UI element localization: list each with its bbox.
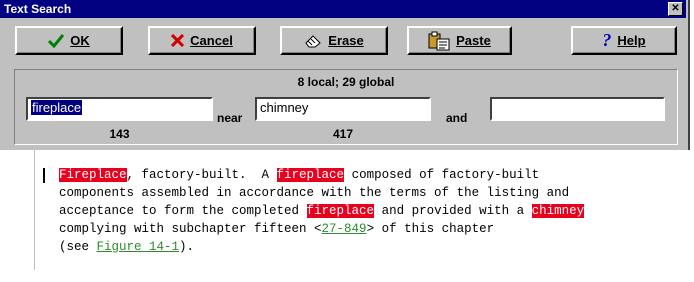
x-icon	[171, 34, 185, 47]
help-label: Help	[617, 33, 646, 48]
search-panel: 8 local; 29 global fireplace 143 near ch…	[14, 69, 678, 145]
eraser-icon	[305, 34, 322, 47]
and-operator-label: and	[446, 111, 468, 125]
section-link[interactable]: 27-849	[322, 222, 367, 236]
text-run: , factory-built. A	[126, 168, 277, 182]
text-run: and provided with a	[374, 204, 532, 218]
search-hit[interactable]: fireplace	[276, 168, 345, 182]
window-title: Text Search	[4, 2, 72, 16]
search-term-1-count: 143	[109, 127, 130, 141]
text-run: acceptance to form the completed	[59, 204, 307, 218]
ok-button[interactable]: OK	[15, 26, 123, 55]
ok-label: OK	[70, 33, 90, 48]
document-text-pane[interactable]: Fireplace, factory-built. A fireplace co…	[34, 150, 675, 270]
text-run: > of this chapter	[366, 222, 495, 236]
text-cursor	[43, 168, 45, 183]
text-run: (see	[59, 240, 97, 254]
search-hit[interactable]: chimney	[531, 204, 585, 218]
text-search-dialog: Text Search ✕ OK Cancel Erase Paste ? He…	[0, 0, 690, 150]
question-icon: ?	[602, 30, 612, 50]
search-term-3-input[interactable]	[490, 97, 665, 121]
hit-summary: 8 local; 29 global	[297, 75, 395, 89]
search-term-2-count: 417	[332, 127, 354, 141]
text-run: complying with subchapter fifteen <	[59, 222, 322, 236]
erase-label: Erase	[328, 33, 364, 48]
close-button[interactable]: ✕	[668, 2, 683, 16]
text-run: components assembled in accordance with …	[59, 186, 570, 200]
search-term-1-value: fireplace	[31, 100, 83, 115]
proximity-operator-label: near	[217, 111, 243, 125]
search-term-2-value: chimney	[260, 100, 309, 115]
text-run: ).	[179, 240, 195, 254]
search-term-1-input[interactable]: fireplace	[26, 97, 213, 121]
paste-label: Paste	[456, 33, 491, 48]
erase-button[interactable]: Erase	[280, 26, 388, 55]
paste-button[interactable]: Paste	[407, 26, 512, 55]
search-hit[interactable]: fireplace	[306, 204, 375, 218]
check-icon	[48, 33, 65, 48]
search-hit[interactable]: Fireplace	[59, 168, 127, 182]
text-run: composed of factory-built	[344, 168, 540, 182]
clipboard-paste-icon	[428, 31, 450, 50]
figure-link[interactable]: Figure 14-1	[97, 240, 180, 254]
document-text: Fireplace, factory-built. A fireplace co…	[59, 166, 585, 256]
title-bar[interactable]: Text Search ✕	[0, 0, 686, 18]
cancel-label: Cancel	[190, 33, 233, 48]
cancel-button[interactable]: Cancel	[148, 26, 256, 55]
search-term-2-input[interactable]: chimney	[255, 97, 431, 121]
help-button[interactable]: ? Help	[571, 26, 677, 55]
